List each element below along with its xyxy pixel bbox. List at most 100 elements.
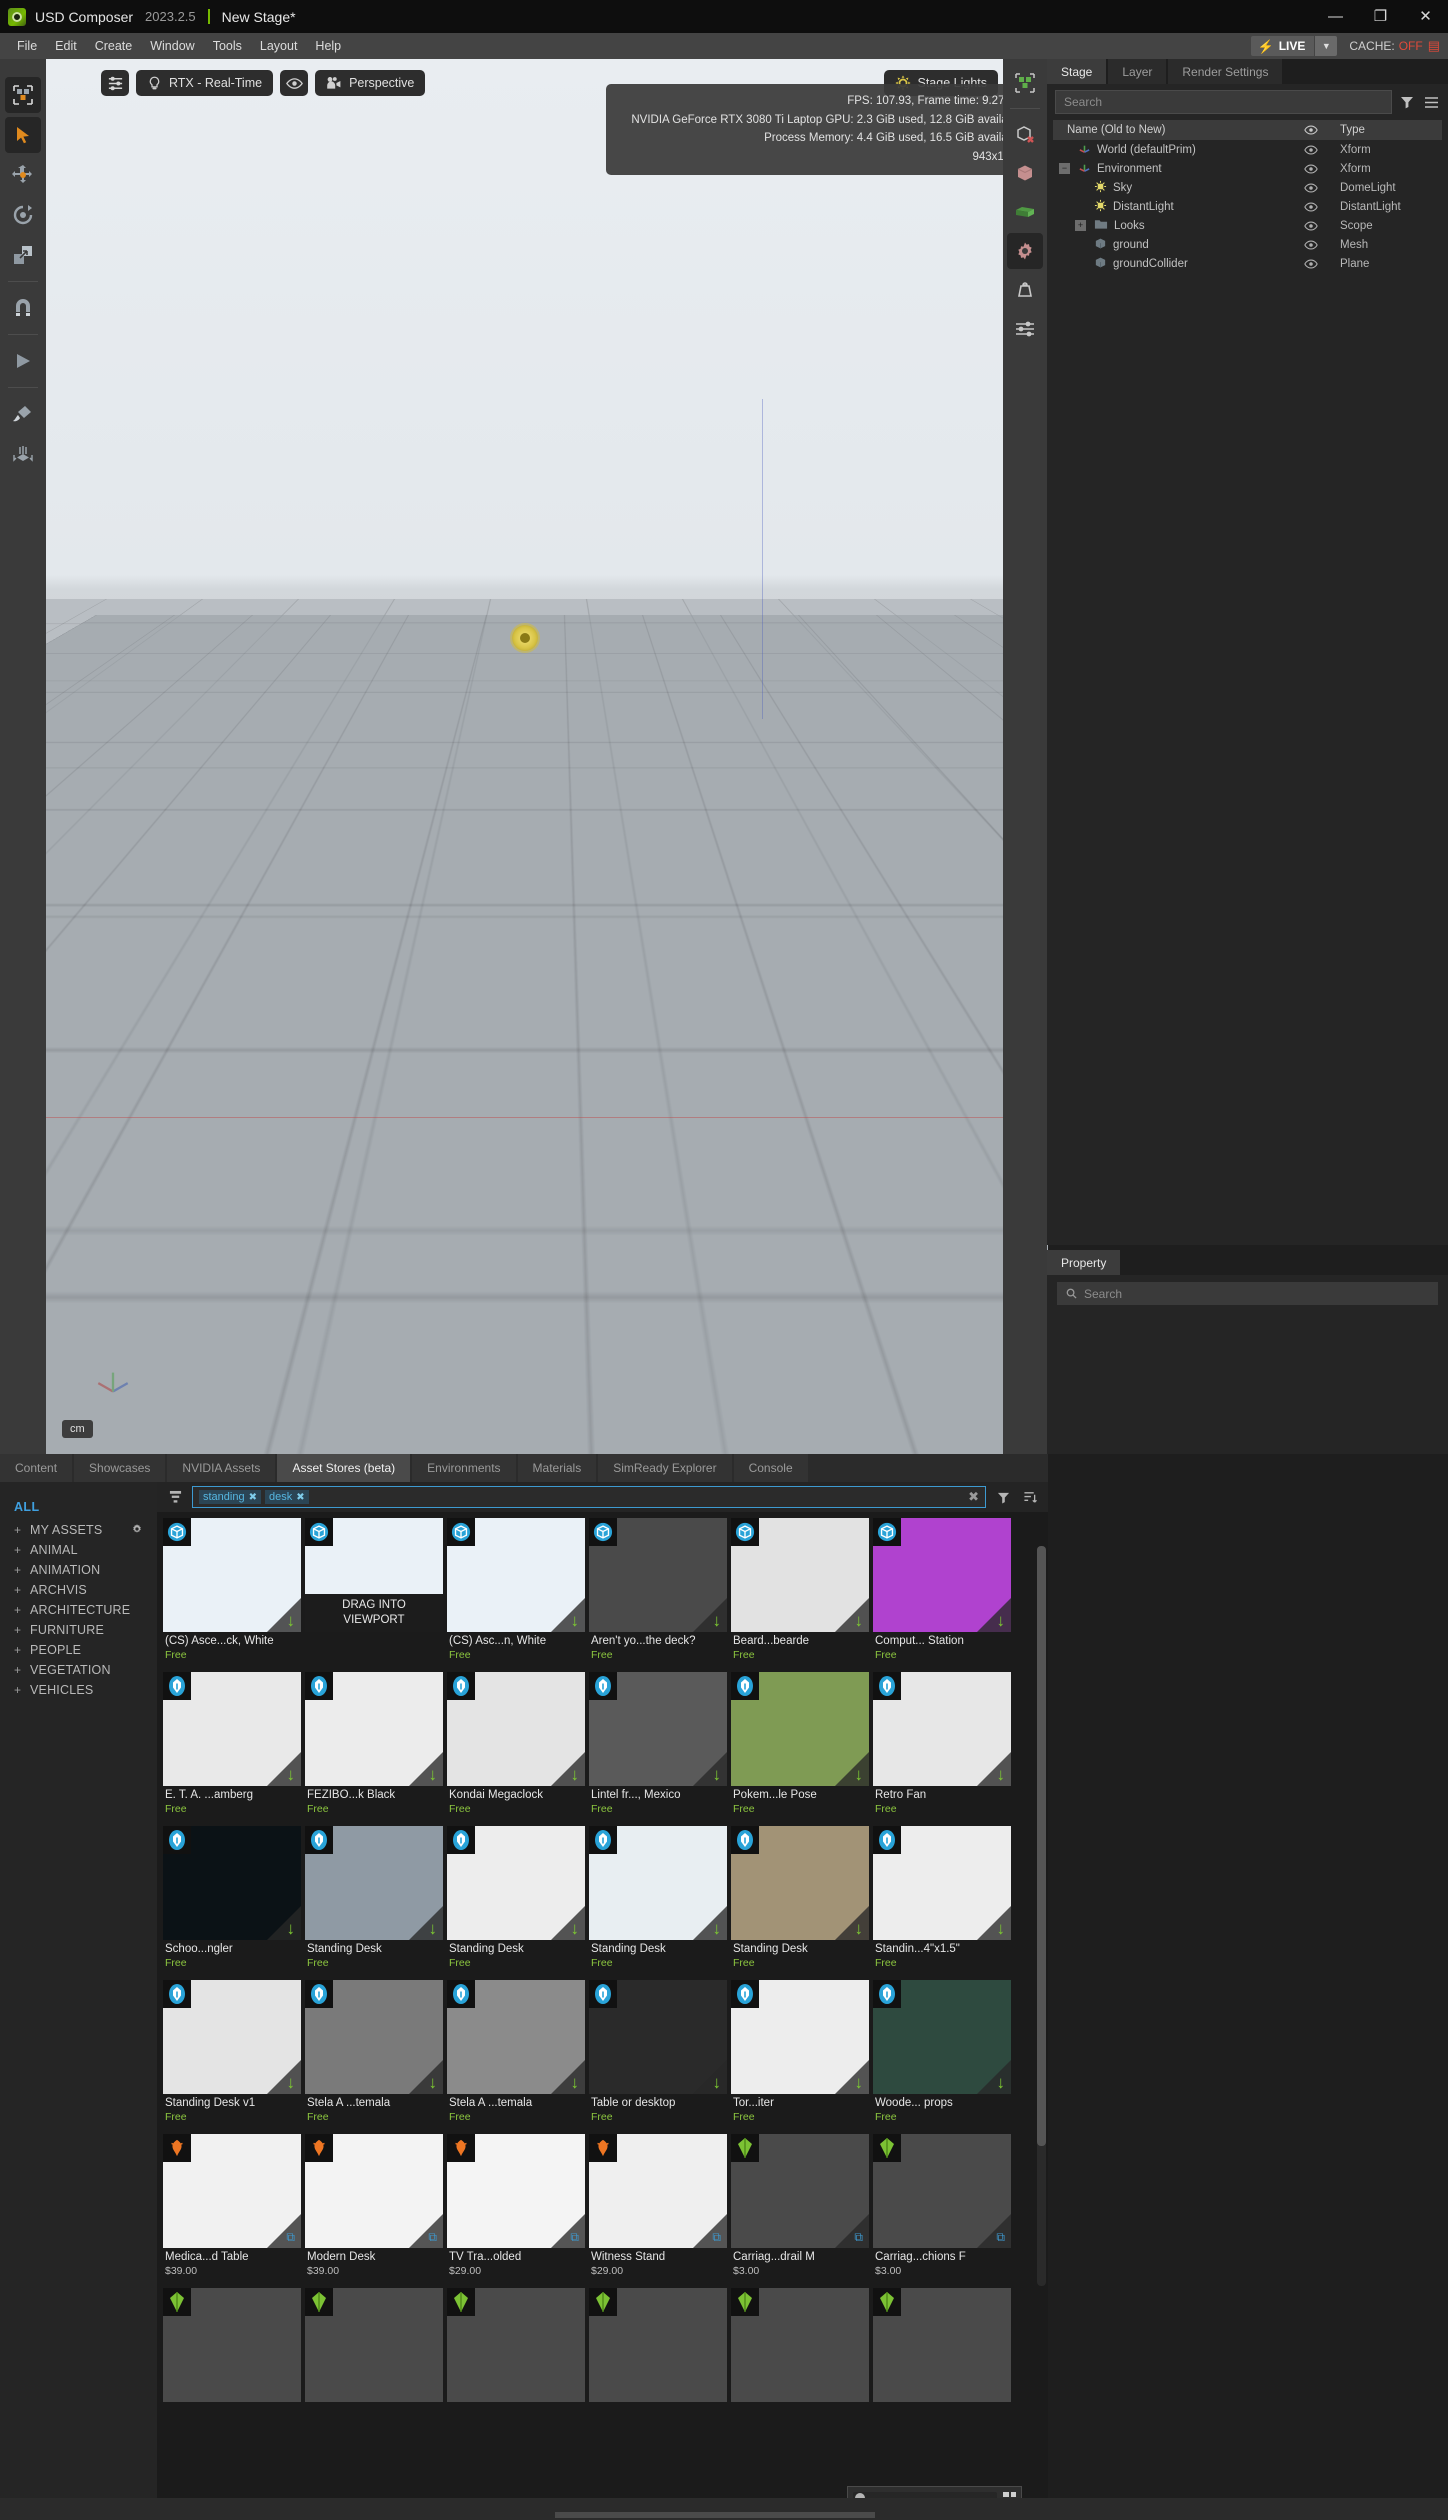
download-icon[interactable]: ↓	[571, 1766, 580, 1783]
asset-card[interactable]: ↓ Standing Desk Free	[305, 1826, 443, 1976]
sort-icon[interactable]	[1020, 1491, 1040, 1504]
download-icon[interactable]: ↓	[855, 1612, 864, 1629]
category-item-people[interactable]: + PEOPLE	[14, 1640, 157, 1660]
asset-thumbnail[interactable]: ↓	[305, 1826, 443, 1940]
asset-thumbnail[interactable]: ↓	[589, 1518, 727, 1632]
asset-thumbnail[interactable]: ↓	[589, 1826, 727, 1940]
asset-thumbnail[interactable]: ↓	[731, 1672, 869, 1786]
stage-tree-row[interactable]: groundCollider Plane	[1053, 254, 1442, 273]
asset-card[interactable]	[305, 2288, 443, 2412]
download-icon[interactable]: ↓	[287, 1612, 296, 1629]
dock-tab-environments[interactable]: Environments	[412, 1454, 515, 1482]
asset-card[interactable]: ↓ Standing Desk Free	[447, 1826, 585, 1976]
asset-card[interactable]: ↓ Aren't yo...the deck? Free	[589, 1518, 727, 1668]
asset-thumbnail[interactable]: ↓	[447, 1980, 585, 2094]
asset-thumbnail[interactable]	[589, 2288, 727, 2402]
snap-magnet-icon[interactable]	[5, 290, 41, 326]
asset-card[interactable]: ↓ Lintel fr..., Mexico Free	[589, 1672, 727, 1822]
download-icon[interactable]: ↓	[855, 2074, 864, 2091]
asset-card[interactable]: ⧉ Witness Stand $29.00	[589, 2134, 727, 2284]
download-icon[interactable]: ↓	[429, 2074, 438, 2091]
visibility-toggle-icon[interactable]	[1290, 240, 1332, 250]
minimize-button[interactable]: —	[1313, 0, 1358, 33]
asset-thumbnail[interactable]: ↓	[447, 1826, 585, 1940]
asset-card[interactable]: ⧉ Carriag...drail M $3.00	[731, 2134, 869, 2284]
asset-thumbnail[interactable]: ↓	[163, 1980, 301, 2094]
asset-thumbnail[interactable]: ↓	[305, 1980, 443, 2094]
chip-remove-icon[interactable]: ✖	[249, 1492, 257, 1503]
dock-tab-content[interactable]: Content	[0, 1454, 72, 1482]
category-item-animation[interactable]: + ANIMATION	[14, 1560, 157, 1580]
dock-tab-showcases[interactable]: Showcases	[74, 1454, 165, 1482]
category-all[interactable]: ALL	[14, 1500, 157, 1514]
clear-search-icon[interactable]: ✖	[968, 1489, 979, 1505]
category-item-vegetation[interactable]: + VEGETATION	[14, 1660, 157, 1680]
download-icon[interactable]: ↓	[997, 2074, 1006, 2091]
asset-thumbnail[interactable]: ↓	[873, 1518, 1011, 1632]
download-icon[interactable]: ↓	[713, 1766, 722, 1783]
select-mode-icon[interactable]	[5, 77, 41, 113]
asset-card[interactable]: ↓ Schoo...ngler Free	[163, 1826, 301, 1976]
visibility-toggle-icon[interactable]	[1290, 164, 1332, 174]
menu-layout[interactable]: Layout	[251, 36, 307, 56]
funnel-icon[interactable]	[993, 1491, 1013, 1504]
asset-thumbnail[interactable]: ⧉	[305, 2134, 443, 2248]
asset-thumbnail[interactable]: ↓	[873, 1980, 1011, 2094]
tab-property[interactable]: Property	[1047, 1250, 1120, 1275]
menu-window[interactable]: Window	[141, 36, 203, 56]
tab-stage[interactable]: Stage	[1047, 59, 1106, 84]
visibility-toggle-icon[interactable]	[1290, 145, 1332, 155]
asset-thumbnail[interactable]: ⧉	[163, 2134, 301, 2248]
play-icon[interactable]	[5, 343, 41, 379]
category-expander-icon[interactable]: +	[14, 1583, 23, 1597]
category-expander-icon[interactable]: +	[14, 1683, 23, 1697]
dock-tab-simready-explorer[interactable]: SimReady Explorer	[598, 1454, 731, 1482]
asset-card[interactable]: ↓ Standing Desk Free	[731, 1826, 869, 1976]
asset-card[interactable]: ↓ FEZIBO...k Black Free	[305, 1672, 443, 1822]
dock-tab-console[interactable]: Console	[734, 1454, 808, 1482]
external-link-icon[interactable]: ⧉	[996, 2231, 1005, 2243]
download-icon[interactable]: ↓	[429, 1766, 438, 1783]
search-chips-input[interactable]: standing ✖ desk ✖ ✖	[192, 1486, 986, 1508]
asset-card[interactable]: ↓ Kondai Megaclock Free	[447, 1672, 585, 1822]
cache-document-icon[interactable]: ▤	[1428, 38, 1440, 54]
asset-thumbnail[interactable]: ↓	[873, 1826, 1011, 1940]
tree-expander-icon[interactable]: +	[1075, 220, 1086, 231]
primitive-cube-icon[interactable]	[1007, 155, 1043, 191]
collapse-tree-icon[interactable]	[165, 1490, 185, 1504]
asset-thumbnail[interactable]: ↓	[873, 1672, 1011, 1786]
category-expander-icon[interactable]: +	[14, 1623, 23, 1637]
filter-chip[interactable]: standing ✖	[199, 1490, 261, 1504]
physics-weight-icon[interactable]	[1007, 272, 1043, 308]
download-icon[interactable]: ↓	[713, 1920, 722, 1937]
asset-thumbnail[interactable]: ↓	[589, 1672, 727, 1786]
asset-thumbnail[interactable]: ⧉	[731, 2134, 869, 2248]
category-expander-icon[interactable]: +	[14, 1603, 23, 1617]
asset-card[interactable]: ↓ Beard...bearde Free	[731, 1518, 869, 1668]
asset-thumbnail[interactable]: ↓	[163, 1518, 301, 1632]
download-icon[interactable]: ↓	[997, 1920, 1006, 1937]
move-tool-icon[interactable]	[5, 157, 41, 193]
menu-file[interactable]: File	[8, 36, 46, 56]
asset-card[interactable]: ↓ Retro Fan Free	[873, 1672, 1011, 1822]
asset-thumbnail[interactable]: ↓	[447, 1672, 585, 1786]
asset-thumbnail[interactable]: ↓	[163, 1826, 301, 1940]
category-item-furniture[interactable]: + FURNITURE	[14, 1620, 157, 1640]
external-link-icon[interactable]: ⧉	[428, 2231, 437, 2243]
asset-card[interactable]: ↓ Woode... props Free	[873, 1980, 1011, 2130]
asset-card[interactable]: ☝DRAG INTOVIEWPORT	[305, 1518, 443, 1668]
asset-card[interactable]: ↓ E. T. A. ...amberg Free	[163, 1672, 301, 1822]
select-arrow-icon[interactable]	[5, 117, 41, 153]
category-expander-icon[interactable]: +	[14, 1663, 23, 1677]
asset-card[interactable]	[163, 2288, 301, 2412]
menu-edit[interactable]: Edit	[46, 36, 86, 56]
stage-tree-row[interactable]: − Environment Xform	[1053, 159, 1442, 178]
asset-thumbnail[interactable]	[447, 2288, 585, 2402]
asset-card[interactable]: ↓ Table or desktop Free	[589, 1980, 727, 2130]
asset-card[interactable]: ↓ Stela A ...temala Free	[305, 1980, 443, 2130]
asset-thumbnail[interactable]: ↓	[163, 1672, 301, 1786]
asset-card[interactable]: ↓ Standin...4"x1.5" Free	[873, 1826, 1011, 1976]
download-icon[interactable]: ↓	[855, 1766, 864, 1783]
download-icon[interactable]: ↓	[855, 1920, 864, 1937]
close-button[interactable]: ✕	[1403, 0, 1448, 33]
